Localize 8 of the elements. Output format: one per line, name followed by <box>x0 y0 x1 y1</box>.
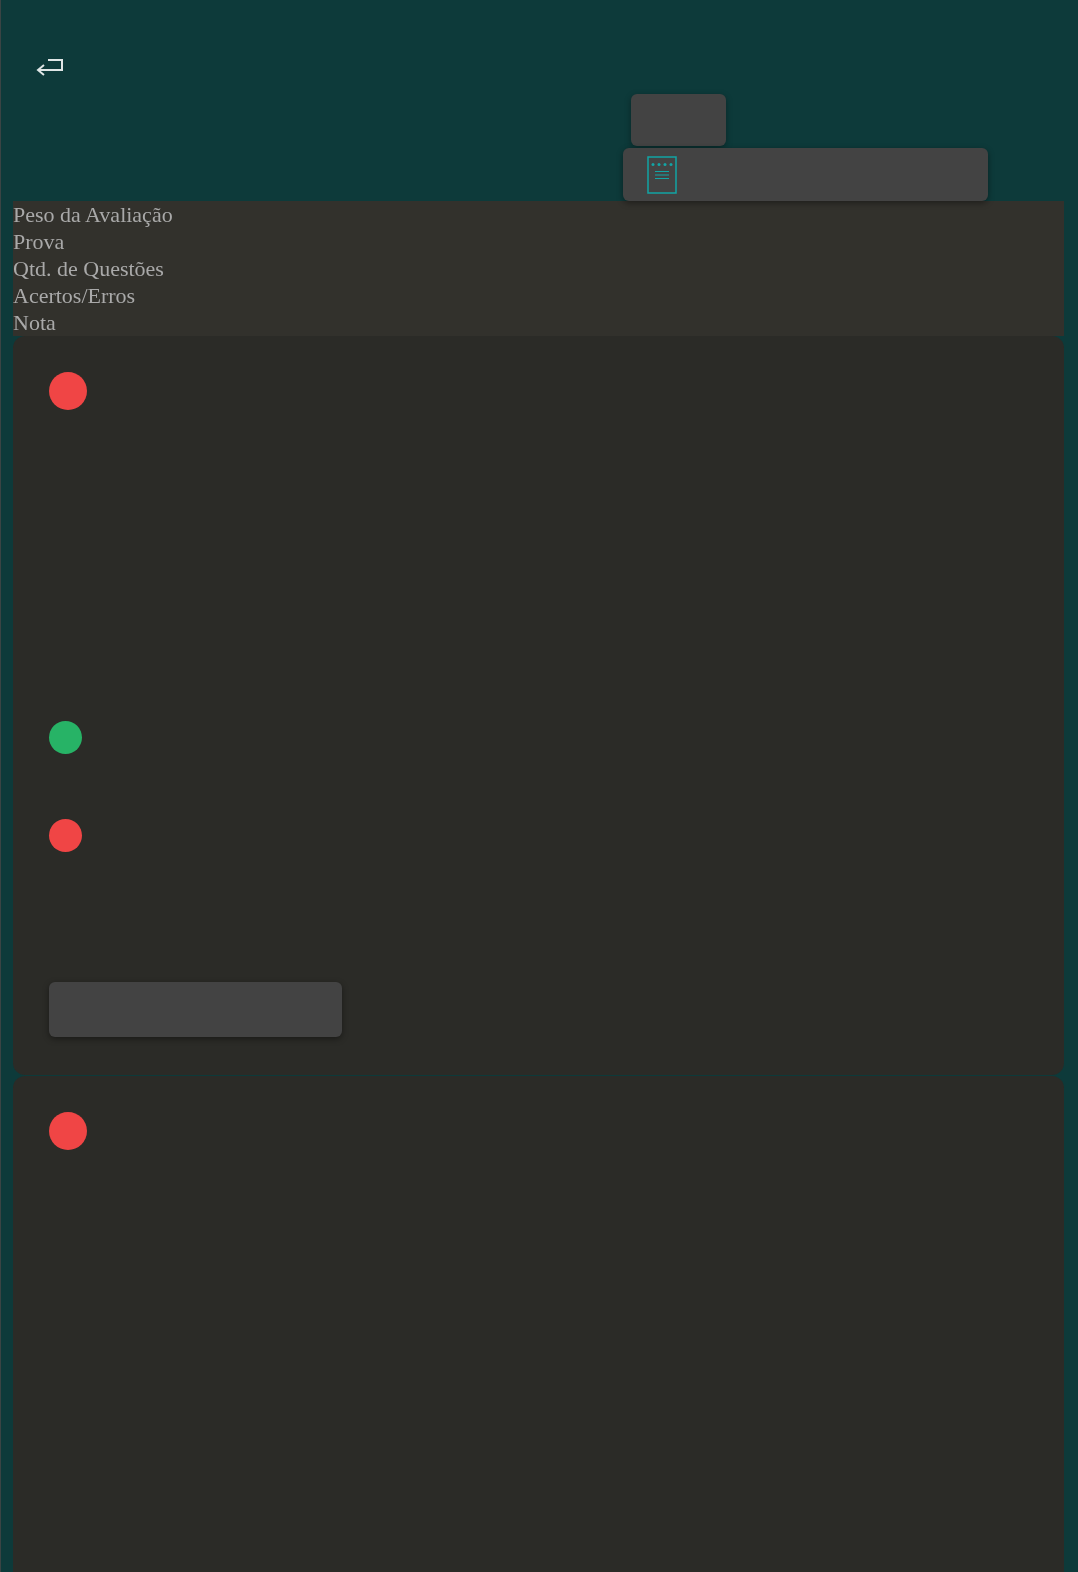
input-field[interactable] <box>49 982 342 1037</box>
summary-label: Acertos/Erros <box>13 282 136 309</box>
back-icon[interactable] <box>36 58 64 77</box>
summary-label: Nota <box>13 309 56 336</box>
summary-label: Qtd. de Questões <box>13 255 164 282</box>
document-icon[interactable] <box>647 155 677 194</box>
summary-label: Peso da Avaliação <box>13 201 173 228</box>
summary-label: Prova <box>13 228 65 255</box>
